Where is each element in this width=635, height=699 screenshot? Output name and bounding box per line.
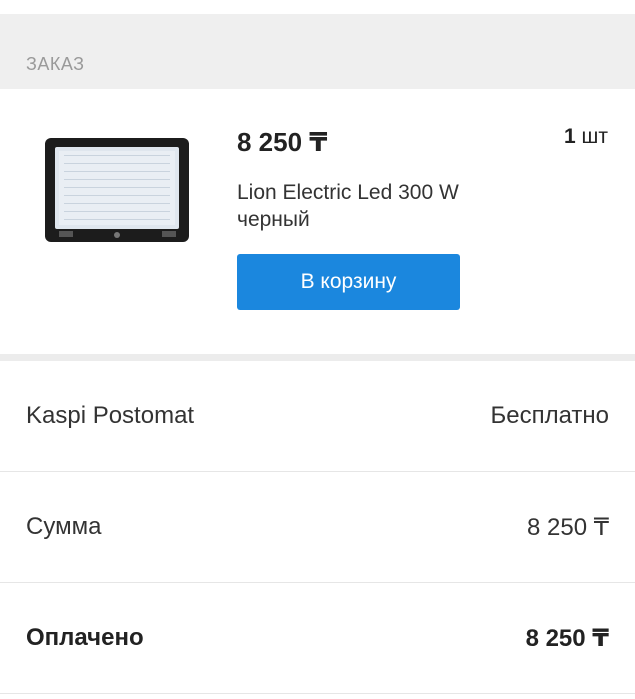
item-price: 8 250 ₸ [237, 127, 328, 157]
item-quantity-unit: шт [581, 125, 608, 148]
section-divider [0, 354, 635, 361]
sum-row: Сумма 8 250 ₸ [0, 472, 635, 583]
order-section-title: ЗАКАЗ [26, 54, 85, 74]
item-name[interactable]: Lion Electric Led 300 W черный [237, 179, 537, 233]
floodlight-product-image [45, 138, 189, 242]
top-strip [0, 0, 635, 14]
paid-row: Оплачено 8 250 ₸ [0, 583, 635, 694]
paid-value: 8 250 ₸ [525, 625, 609, 652]
order-section-header: ЗАКАЗ [0, 14, 635, 89]
sum-value: 8 250 ₸ [527, 514, 609, 541]
add-to-cart-button[interactable]: В корзину [237, 254, 460, 310]
delivery-value: Бесплатно [490, 402, 609, 429]
item-quantity-number: 1 [564, 125, 576, 148]
item-quantity: 1 шт [564, 125, 608, 149]
sum-label: Сумма [26, 513, 102, 540]
delivery-label: Kaspi Postomat [26, 402, 195, 429]
delivery-row: Kaspi Postomat Бесплатно [0, 361, 635, 472]
paid-label: Оплачено [26, 624, 144, 651]
order-item-card: 8 250 ₸ 1 шт Lion Electric Led 300 W чер… [0, 89, 635, 354]
